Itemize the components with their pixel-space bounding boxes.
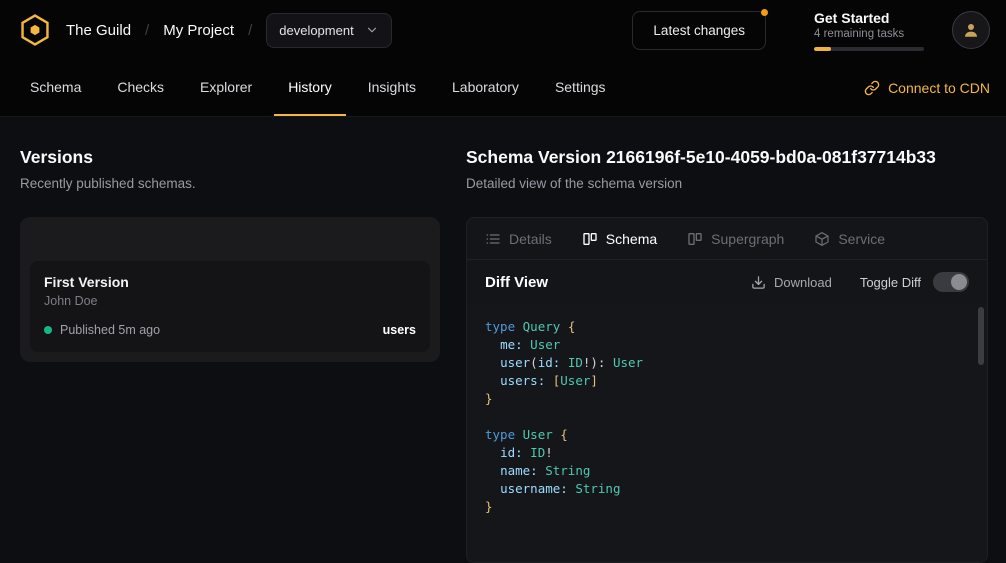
version-detail-section: Schema Version 2166196f-5e10-4059-bd0a-0… — [466, 147, 988, 563]
chevron-down-icon — [365, 23, 379, 37]
download-button[interactable]: Download — [751, 275, 832, 290]
version-status-text: Published 5m ago — [60, 323, 160, 337]
get-started-subtitle: 4 remaining tasks — [814, 28, 924, 40]
cube-icon — [814, 231, 830, 247]
toggle-diff-label: Toggle Diff — [860, 275, 921, 290]
version-list-item[interactable]: First Version John Doe Published 5m ago … — [30, 261, 430, 352]
detail-tab-label: Supergraph — [711, 231, 784, 247]
hexagon-logo-icon — [18, 13, 52, 47]
detail-tab-label: Details — [509, 231, 552, 247]
notification-dot — [761, 9, 768, 16]
link-icon — [864, 80, 880, 96]
versions-title: Versions — [20, 147, 440, 168]
latest-changes-label: Latest changes — [653, 23, 745, 38]
detail-tab-details[interactable]: Details — [485, 231, 552, 247]
detail-tab-label: Schema — [606, 231, 657, 247]
connect-to-cdn-button[interactable]: Connect to CDN — [864, 60, 990, 116]
version-item-info: First Version John Doe Published 5m ago — [44, 274, 383, 337]
top-bar: The Guild / My Project / development Lat… — [0, 0, 1006, 60]
code-scrollbar[interactable] — [978, 307, 984, 559]
code-scrollbar-thumb[interactable] — [978, 307, 984, 365]
get-started-title: Get Started — [814, 10, 924, 26]
tab-history[interactable]: History — [274, 60, 346, 116]
user-avatar[interactable] — [952, 11, 990, 49]
tab-explorer[interactable]: Explorer — [186, 60, 266, 116]
version-name: First Version — [44, 274, 383, 290]
app-root: The Guild / My Project / development Lat… — [0, 0, 1006, 563]
main-content: Versions Recently published schemas. Fir… — [0, 117, 1006, 563]
breadcrumb: The Guild / My Project / development — [66, 13, 392, 48]
tab-insights[interactable]: Insights — [354, 60, 430, 116]
tab-schema[interactable]: Schema — [16, 60, 95, 116]
main-nav: Schema Checks Explorer History Insights … — [0, 60, 1006, 117]
diff-header: Diff View Download Toggle Diff — [467, 260, 987, 304]
download-icon — [751, 275, 766, 290]
breadcrumb-org[interactable]: The Guild — [66, 22, 131, 39]
connect-to-cdn-label: Connect to CDN — [888, 80, 990, 96]
detail-tabs: Details Schema Supergraph — [467, 218, 987, 260]
version-detail-panel: Details Schema Supergraph — [466, 217, 988, 563]
toggle-knob — [951, 274, 967, 290]
code-block: type Query { me: User user(id: ID!): Use… — [485, 318, 969, 516]
schema-code-viewer[interactable]: type Query { me: User user(id: ID!): Use… — [467, 304, 987, 562]
target-selector[interactable]: development — [266, 13, 392, 48]
tab-laboratory[interactable]: Laboratory — [438, 60, 533, 116]
download-label: Download — [774, 275, 832, 290]
detail-tab-supergraph[interactable]: Supergraph — [687, 231, 784, 247]
target-selector-value: development — [279, 23, 353, 38]
get-started-widget[interactable]: Get Started 4 remaining tasks — [814, 10, 924, 51]
versions-card: First Version John Doe Published 5m ago … — [20, 217, 440, 362]
detail-tab-schema[interactable]: Schema — [582, 231, 657, 247]
version-status: Published 5m ago — [44, 323, 383, 337]
panels-icon — [687, 231, 703, 247]
list-icon — [485, 231, 501, 247]
versions-section: Versions Recently published schemas. Fir… — [20, 147, 440, 563]
published-dot-icon — [44, 326, 52, 334]
latest-changes-button[interactable]: Latest changes — [632, 11, 766, 50]
version-service-badge: users — [383, 323, 416, 337]
tab-checks[interactable]: Checks — [103, 60, 178, 116]
toggle-diff-group: Toggle Diff — [860, 272, 969, 292]
versions-subtitle: Recently published schemas. — [20, 176, 440, 191]
breadcrumb-separator: / — [248, 22, 252, 39]
version-detail-title: Schema Version 2166196f-5e10-4059-bd0a-0… — [466, 147, 988, 168]
breadcrumb-separator: / — [145, 22, 149, 39]
tab-settings[interactable]: Settings — [541, 60, 620, 116]
version-author: John Doe — [44, 294, 383, 308]
panels-icon — [582, 231, 598, 247]
get-started-progress-fill — [814, 47, 831, 51]
version-detail-subtitle: Detailed view of the schema version — [466, 176, 988, 191]
toggle-diff-switch[interactable] — [933, 272, 969, 292]
get-started-progress-track — [814, 47, 924, 51]
breadcrumb-project[interactable]: My Project — [163, 22, 234, 39]
diff-view-title: Diff View — [485, 274, 751, 291]
detail-tab-label: Service — [838, 231, 885, 247]
person-icon — [962, 21, 980, 39]
hive-logo-icon[interactable] — [16, 11, 54, 49]
detail-tab-service[interactable]: Service — [814, 231, 885, 247]
